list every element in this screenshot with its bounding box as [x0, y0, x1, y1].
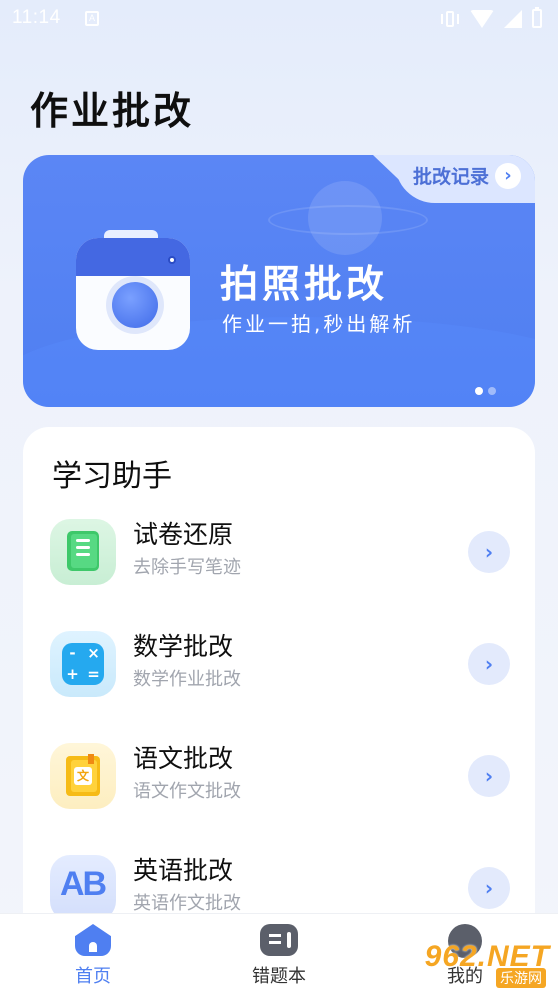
banner-title: 拍照批改 — [220, 262, 389, 306]
study-assistant-card: 学习助手 试卷还原 去除手写笔迹 › - × + = 数学批改 数学作业批改 › 文… — [23, 427, 535, 947]
planet-ring-decoration — [268, 205, 428, 235]
camera-icon — [76, 230, 190, 350]
tab-home[interactable]: 首页 — [48, 924, 138, 988]
correction-records-label: 批改记录 — [412, 166, 489, 188]
carousel-dot — [488, 387, 496, 395]
calculator-icon: - × + = — [50, 631, 116, 697]
home-icon — [75, 924, 111, 956]
signal-icon — [504, 9, 522, 28]
correction-records-button[interactable]: 批改记录 › — [413, 162, 521, 189]
tab-wrong-questions[interactable]: 错题本 — [234, 924, 324, 988]
paper-restore-icon — [50, 519, 116, 585]
list-item-desc: 英语作文批改 — [133, 893, 241, 914]
battery-icon — [532, 7, 542, 28]
list-item-desc: 语文作文批改 — [133, 781, 241, 802]
list-item-desc: 数学作业批改 — [133, 669, 241, 690]
status-bar: 11:14 A — [0, 0, 558, 40]
list-item-label: 试卷还原 — [133, 520, 234, 549]
section-title: 学习助手 — [52, 459, 172, 494]
list-item-chinese-correction[interactable]: 文 语文批改 语文作文批改 › — [50, 743, 510, 813]
status-time: 11:14 — [12, 7, 61, 28]
tab-wrong-questions-label: 错题本 — [252, 966, 306, 987]
status-icons — [440, 7, 542, 28]
list-item-label: 数学批改 — [133, 632, 234, 661]
banner-subtitle: 作业一拍,秒出解析 — [222, 312, 416, 336]
notebook-icon — [260, 924, 298, 956]
chinese-book-icon: 文 — [50, 743, 116, 809]
list-item-paper-restore[interactable]: 试卷还原 去除手写笔迹 › — [50, 519, 510, 589]
sim-indicator-icon: A — [85, 11, 99, 26]
chevron-right-icon[interactable]: › — [468, 643, 510, 685]
list-item-desc: 去除手写笔迹 — [133, 557, 241, 578]
tab-home-label: 首页 — [75, 966, 111, 987]
carousel-dot-active — [475, 387, 483, 395]
watermark-sub-logo: 乐游网 — [496, 968, 546, 988]
chevron-right-icon[interactable]: › — [468, 755, 510, 797]
wifi-icon — [470, 9, 494, 28]
ab-letters-icon: AB — [50, 855, 116, 921]
page-title: 作业批改 — [30, 89, 195, 133]
vibrate-icon — [440, 10, 460, 28]
list-item-math-correction[interactable]: - × + = 数学批改 数学作业批改 › — [50, 631, 510, 701]
chevron-right-icon[interactable]: › — [468, 531, 510, 573]
chevron-right-icon[interactable]: › — [468, 867, 510, 909]
list-item-label: 语文批改 — [133, 744, 234, 773]
carousel-indicator — [475, 387, 496, 395]
list-item-label: 英语批改 — [133, 856, 234, 885]
photo-correction-banner[interactable]: 批改记录 › 拍照批改 作业一拍,秒出解析 — [23, 155, 535, 407]
chevron-right-icon: › — [495, 162, 521, 189]
